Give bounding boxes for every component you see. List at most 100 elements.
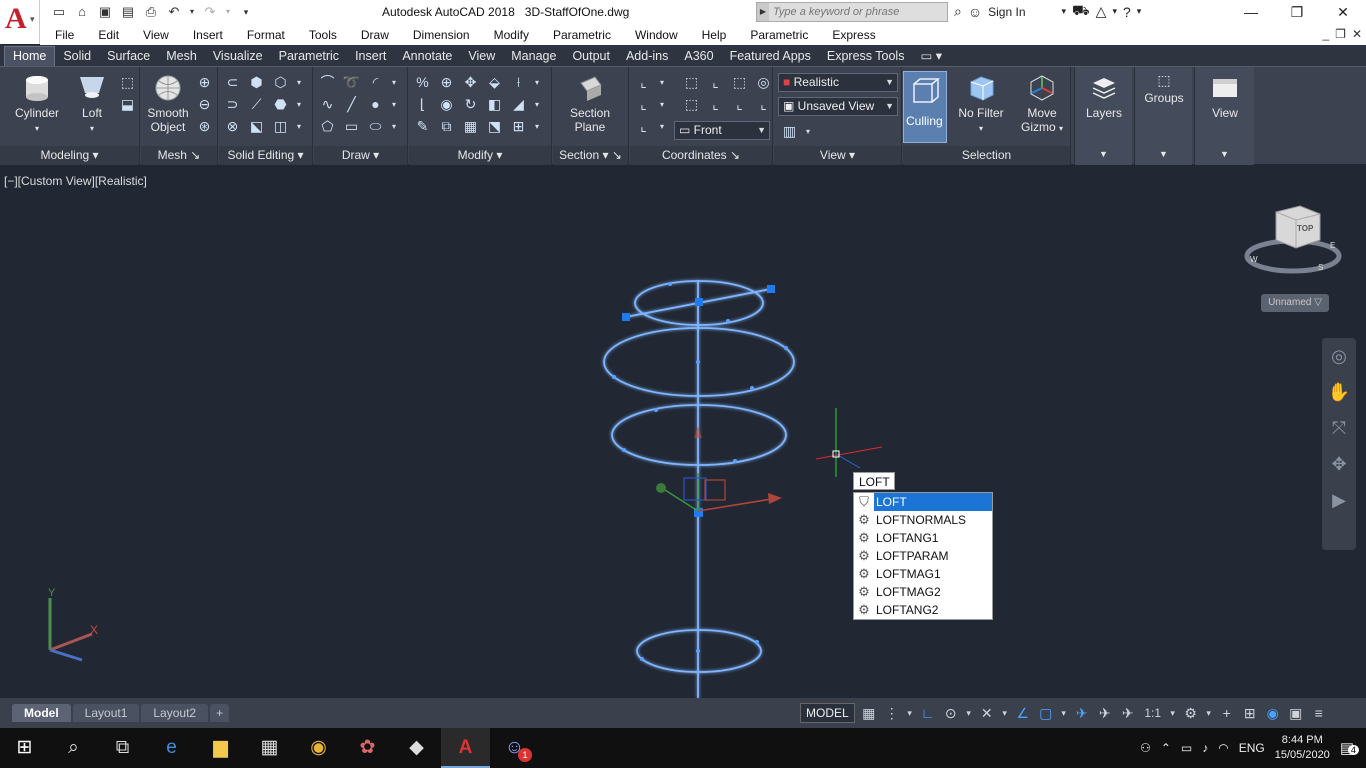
cart-icon[interactable]: ⛟ [1072, 2, 1090, 21]
panel-title-coordinates[interactable]: Coordinates ↘ [630, 146, 772, 165]
restore-icon[interactable]: ❐ [1274, 0, 1320, 25]
ucs-named-icon[interactable]: ◎ [754, 73, 773, 92]
ucs-dropdown-2-icon[interactable]: ▾ [658, 95, 666, 114]
ucs-3point-icon[interactable]: ⌞ [754, 95, 773, 114]
ucs-x-icon[interactable]: ⌞ [706, 73, 725, 92]
solid-dropdown-2-icon[interactable]: ▾ [295, 95, 303, 114]
units-icon[interactable]: ⊞ [1241, 705, 1259, 722]
menu-format[interactable]: Format [235, 28, 297, 42]
panel-title-solid-editing[interactable]: Solid Editing ▾ [219, 146, 312, 165]
ucs-face-icon[interactable]: ⌞ [634, 117, 653, 136]
extract-edges-icon[interactable]: ⬢ [247, 73, 266, 92]
search-input[interactable] [769, 6, 939, 18]
intersect-icon[interactable]: ⊗ [223, 117, 242, 136]
viewcube[interactable]: W S E TOP [1240, 204, 1344, 276]
add-layout-button[interactable]: + [210, 704, 230, 722]
binoculars-icon[interactable]: ⌕ [954, 3, 962, 20]
paint-icon[interactable]: ✿ [343, 728, 392, 768]
doc-minimize-icon[interactable]: _ [1322, 27, 1329, 41]
save-as-icon[interactable]: ▤ [119, 3, 137, 21]
cylinder-button[interactable]: Cylinder ▾ [10, 73, 64, 136]
slice-icon[interactable]: ⟋ [247, 95, 266, 114]
line-icon[interactable]: ╱ [342, 95, 361, 114]
tab-solid[interactable]: Solid [55, 47, 99, 66]
a360-dropdown-icon[interactable]: ▾ [1112, 6, 1117, 17]
discord-icon[interactable]: ☺ 1 [490, 728, 539, 768]
shell-icon[interactable]: ◫ [271, 117, 290, 136]
object-snap-icon[interactable]: ▢ [1037, 705, 1055, 722]
refine-mesh-icon[interactable]: ⊛ [195, 117, 214, 136]
doc-close-icon[interactable]: ✕ [1352, 27, 1362, 41]
calculator-icon[interactable]: ▦ [245, 728, 294, 768]
circle-icon[interactable]: ● [366, 95, 385, 114]
menu-dimension[interactable]: Dimension [401, 28, 482, 42]
a360-icon[interactable]: △ [1096, 3, 1107, 20]
polygon-icon[interactable]: ⬠ [318, 117, 337, 136]
smooth-object-button[interactable]: Smooth Object [145, 73, 191, 134]
clock[interactable]: 8:44 PM 15/05/2020 [1275, 733, 1330, 763]
tab-layout1[interactable]: Layout1 [72, 704, 140, 722]
dropbox-icon[interactable]: ◆ [392, 728, 441, 768]
annotation-scale-icon[interactable]: ✈ [1119, 705, 1137, 722]
menu-file[interactable]: File [40, 28, 86, 42]
smooth-more-icon[interactable]: ⊕ [195, 73, 214, 92]
presspull-icon[interactable]: ⬓ [118, 95, 137, 114]
chrome-icon[interactable]: ◉ [294, 728, 343, 768]
sign-in-link[interactable]: Sign In [988, 5, 1025, 19]
new-file-icon[interactable]: ▭ [50, 3, 68, 21]
zoom-extents-icon[interactable]: ⤧ [1322, 410, 1356, 446]
culling-button[interactable]: Culling [903, 71, 947, 143]
3d-rotate-icon[interactable]: ⊕ [437, 73, 456, 92]
save-icon[interactable]: ▣ [96, 3, 114, 21]
autocad-taskbar-icon[interactable]: A [441, 728, 490, 768]
task-view-icon[interactable]: ⧉ [98, 728, 147, 768]
tab-manage[interactable]: Manage [503, 47, 564, 66]
hardware-acceleration-icon[interactable]: ◉ [1264, 705, 1282, 722]
autocomplete-item[interactable]: ⚙ LOFTMAG2 [854, 583, 992, 601]
erase-icon[interactable]: ✎ [413, 117, 432, 136]
tab-model[interactable]: Model [12, 704, 71, 722]
snap-dropdown-icon[interactable]: ▾ [906, 708, 914, 719]
tab-add-ins[interactable]: Add-ins [618, 47, 676, 66]
arc-icon[interactable]: ◜ [366, 73, 385, 92]
autocomplete-item[interactable]: ⚙ LOFTNORMALS [854, 511, 992, 529]
windows-start-icon[interactable]: ⊞ [0, 728, 49, 768]
modify-dropdown-2-icon[interactable]: ▾ [533, 95, 541, 114]
menu-edit[interactable]: Edit [86, 28, 131, 42]
polar-tracking-icon[interactable]: ⊙ [942, 705, 960, 722]
tab-view[interactable]: View [460, 47, 503, 66]
ucs-world-icon[interactable]: ⬚ [682, 73, 701, 92]
trim-icon[interactable]: ⟊ [509, 73, 528, 92]
subtract-icon[interactable]: ⊃ [223, 95, 242, 114]
panel-title-selection[interactable]: Selection [903, 146, 1070, 165]
draw-dropdown-2-icon[interactable]: ▾ [390, 95, 398, 114]
steering-wheel-icon[interactable]: ◎ [1322, 338, 1356, 374]
ucs-view-icon[interactable]: ⬚ [730, 73, 749, 92]
snap-icon[interactable]: ⋮ [883, 705, 901, 722]
viewport-config-icon[interactable]: ▥ [780, 122, 799, 141]
orbit-icon[interactable]: ✥ [1322, 446, 1356, 482]
draw-dropdown-3-icon[interactable]: ▾ [390, 117, 398, 136]
extrude-faces-icon[interactable]: ⬡ [271, 73, 290, 92]
groups-expand-icon[interactable]: ▼ [1159, 149, 1168, 159]
close-icon[interactable]: ✕ [1320, 0, 1366, 25]
show-hidden-icons-icon[interactable]: ⌃ [1161, 741, 1171, 755]
menu-tools[interactable]: Tools [297, 28, 349, 42]
undo-icon[interactable]: ↶ [165, 3, 183, 21]
ucs-y-icon[interactable]: ⌞ [706, 95, 725, 114]
menu-window[interactable]: Window [623, 28, 690, 42]
language-indicator[interactable]: ENG [1239, 741, 1265, 755]
ucs-previous-icon[interactable]: ⬚ [682, 95, 701, 114]
tab-layout2[interactable]: Layout2 [141, 704, 209, 722]
chamfer-icon[interactable]: ◢ [509, 95, 528, 114]
customize-qat-icon[interactable]: ▾ [237, 3, 255, 21]
search-icon[interactable]: ⌕ [49, 728, 98, 768]
autocomplete-item[interactable]: ⚙ LOFTANG1 [854, 529, 992, 547]
extrude-icon[interactable]: ⬚ [118, 73, 137, 92]
layers-button[interactable]: Layers [1079, 73, 1129, 120]
autocomplete-item[interactable]: ⚙ LOFTMAG1 [854, 565, 992, 583]
redo-icon[interactable]: ↷ [201, 3, 219, 21]
object-snap-tracking-icon[interactable]: ∠ [1014, 705, 1032, 722]
open-file-icon[interactable]: ⌂ [73, 3, 91, 21]
menu-help[interactable]: Help [690, 28, 739, 42]
